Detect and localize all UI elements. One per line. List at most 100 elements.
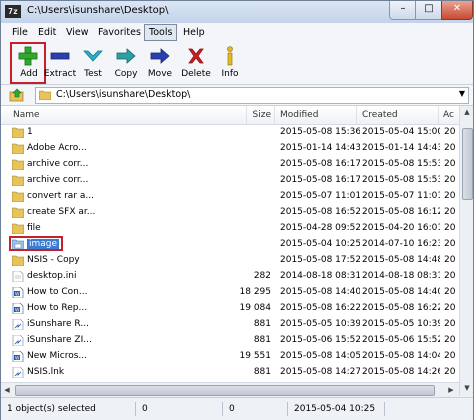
close-button[interactable]: ✕	[441, 1, 473, 20]
file-row[interactable]: archive corr... 2015-05-08 16:17 2015-05-0…	[1, 174, 459, 187]
cell-name: convert rar a...	[27, 190, 247, 203]
cell-modified: 2015-05-08 16:22	[280, 303, 360, 313]
minus-icon	[50, 52, 70, 60]
cell-modified: 2015-05-08 17:52	[280, 255, 360, 265]
file-name: 1	[27, 127, 33, 137]
cell-size	[231, 174, 271, 187]
chevron-down-icon[interactable]: ▼	[459, 89, 465, 98]
menu-edit[interactable]: Edit	[34, 25, 60, 40]
title-bar[interactable]: 7z C:\Users\isunshare\Desktop\ – □ ✕	[1, 1, 473, 23]
cell-modified: 2015-05-08 14:05	[280, 351, 360, 361]
file-name: NSIS.lnk	[27, 367, 65, 377]
up-folder-icon[interactable]	[9, 88, 25, 102]
menu-view[interactable]: View	[62, 25, 93, 40]
cell-size: 19 084	[239, 303, 272, 313]
scroll-left-icon[interactable]: ◀	[1, 383, 13, 397]
column-modified[interactable]: Modified	[275, 106, 357, 124]
cell-size	[231, 238, 271, 251]
file-row[interactable]: image 2015-05-04 10:25 2014-07-10 16:23 20	[1, 236, 459, 251]
file-name: NSIS - Copy	[27, 255, 80, 265]
scroll-right-icon[interactable]: ▶	[445, 383, 457, 397]
copy-button[interactable]: Copy	[109, 44, 143, 82]
cell-created: 2015-05-08 14:04	[362, 351, 440, 361]
cell-name: iSunshare R...	[27, 318, 247, 331]
cell-name: 1	[27, 126, 247, 139]
cell-size: 881	[253, 319, 271, 329]
file-row[interactable]: archive corr... 2015-05-08 16:17 2015-05-0…	[1, 158, 459, 171]
cell-size	[231, 222, 271, 235]
cell-accessed: 20	[444, 271, 456, 281]
minimize-button[interactable]: –	[389, 1, 417, 20]
copy-arrow-icon	[116, 48, 136, 64]
address-input[interactable]: C:\Users\isunshare\Desktop\ ▼	[35, 87, 469, 104]
cell-modified: 2015-05-06 15:52	[280, 335, 360, 345]
status-bar: 1 object(s) selected 0 0 2015-05-04 10:2…	[1, 397, 473, 420]
file-name: desktop.ini	[27, 271, 77, 281]
scroll-up-icon[interactable]: ▲	[460, 106, 473, 118]
file-row[interactable]: W New Micros... 19 551 2015-05-08 14:05 2015…	[1, 350, 459, 363]
file-name: archive corr...	[27, 159, 89, 169]
cell-created: 2015-05-08 15:53	[362, 175, 440, 185]
file-row[interactable]: W How to Rep... 19 084 2015-05-08 16:22 2015…	[1, 302, 459, 315]
status-packed: 0	[226, 402, 288, 416]
folder-icon	[12, 127, 24, 138]
file-row[interactable]: iSunshare R... 881 2015-05-05 10:39 2015-05…	[1, 318, 459, 331]
file-name: How to Con...	[27, 287, 88, 297]
cell-name: How to Rep...	[27, 302, 247, 315]
file-row[interactable]: NSIS - Copy 2015-05-08 17:52 2015-05-08 14…	[1, 254, 459, 267]
column-created[interactable]: Created	[357, 106, 439, 124]
menu-favorites[interactable]: Favorites	[94, 25, 145, 40]
cell-accessed: 20	[444, 367, 456, 377]
vertical-scroll-thumb[interactable]	[462, 128, 473, 200]
address-path: C:\Users\isunshare\Desktop\	[56, 89, 191, 100]
delete-button[interactable]: Delete	[179, 44, 213, 82]
menu-tools[interactable]: Tools	[144, 24, 178, 41]
cell-created: 2015-05-08 16:22	[362, 303, 440, 313]
file-name: New Micros...	[27, 351, 87, 361]
file-row[interactable]: iSunshare ZI... 881 2015-05-06 15:52 2015-0…	[1, 334, 459, 347]
column-accessed[interactable]: Ac	[439, 106, 459, 124]
file-name: iSunshare R...	[27, 319, 89, 329]
vertical-scrollbar[interactable]: ▲ ▼	[459, 106, 473, 396]
scroll-down-icon[interactable]: ▼	[460, 382, 473, 394]
cell-accessed: 20	[444, 223, 456, 233]
maximize-button[interactable]: □	[415, 1, 443, 20]
cell-size	[231, 190, 271, 203]
cell-size: 881	[253, 367, 271, 377]
status-extra	[388, 402, 469, 416]
column-name[interactable]: Name	[1, 106, 247, 124]
cell-created: 2015-04-20 16:01	[362, 223, 440, 233]
file-row[interactable]: Adobe Acro... 2015-01-14 14:43 2015-01-14 …	[1, 142, 459, 155]
cell-created: 2015-05-08 14:26	[362, 367, 440, 377]
menu-help[interactable]: Help	[179, 25, 209, 40]
file-row[interactable]: file 2015-04-28 09:52 2015-04-20 16:01 20	[1, 222, 459, 235]
menu-file[interactable]: File	[8, 25, 32, 40]
horizontal-scroll-thumb[interactable]	[15, 385, 435, 396]
file-row[interactable]: create SFX ar... 2015-05-08 16:52 2015-05-…	[1, 206, 459, 219]
file-row[interactable]: NSIS.lnk 881 2015-05-08 14:27 2015-05-08 14…	[1, 366, 459, 379]
file-name: file	[27, 223, 41, 233]
cell-accessed: 20	[444, 335, 456, 345]
column-size[interactable]: Size	[247, 106, 275, 124]
cell-name: NSIS.lnk	[27, 366, 247, 379]
file-name: convert rar a...	[27, 191, 94, 201]
cell-created: 2015-05-05 10:39	[362, 319, 440, 329]
plus-icon	[18, 46, 38, 66]
file-row[interactable]: convert rar a... 2015-05-07 11:01 2015-05-…	[1, 190, 459, 203]
cell-created: 2015-01-14 14:43	[362, 143, 440, 153]
move-button[interactable]: Move	[143, 44, 177, 82]
app-logo-icon: 7z	[5, 5, 21, 18]
info-button[interactable]: Info	[213, 44, 247, 82]
file-row[interactable]: 1 2015-05-08 15:36 2015-05-04 15:00 20	[1, 126, 459, 139]
cell-accessed: 20	[444, 351, 456, 361]
file-row[interactable]: W How to Con... 18 295 2015-05-08 14:40 2015…	[1, 286, 459, 299]
file-row[interactable]: desktop.ini 282 2014-08-18 08:31 2014-08-18…	[1, 270, 459, 283]
cell-modified: 2015-05-04 10:25	[280, 239, 360, 249]
cell-modified: 2015-01-14 14:43	[280, 143, 360, 153]
horizontal-scrollbar[interactable]: ◀ ▶	[1, 382, 459, 397]
file-icon	[12, 335, 24, 346]
menu-bar: File Edit View Favorites Tools Help	[1, 23, 473, 43]
cell-name: How to Con...	[27, 286, 247, 299]
cell-name: file	[27, 222, 247, 235]
cell-accessed: 20	[444, 255, 456, 265]
